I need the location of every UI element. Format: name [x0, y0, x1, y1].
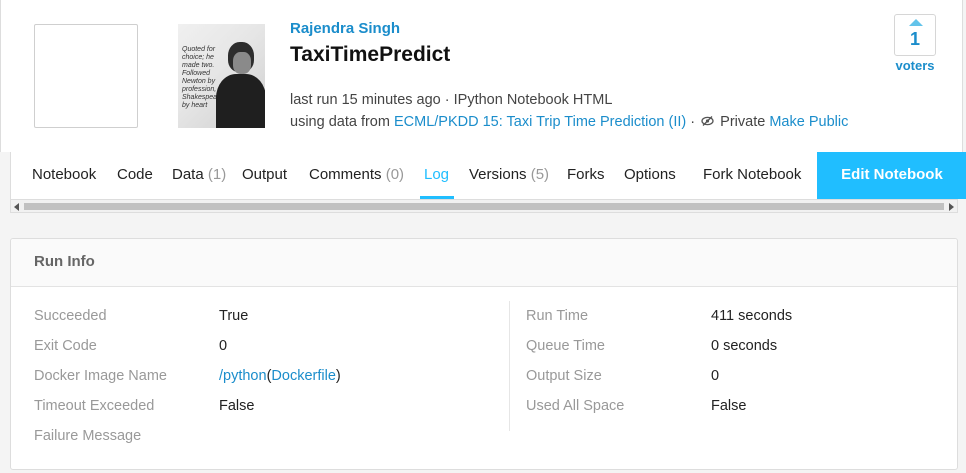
docker-image-value: /python(Dockerfile): [219, 368, 341, 384]
run-info-header: Run Info: [11, 239, 957, 287]
kernel-tabbar: Notebook Code Data (1) Output Comments (…: [10, 152, 966, 199]
tab-notebook[interactable]: Notebook: [32, 166, 96, 183]
tab-options[interactable]: Options: [624, 166, 676, 183]
queue-time-value: 0 seconds: [711, 338, 778, 354]
paren-close: ): [335, 368, 341, 384]
vote-count: 1: [909, 29, 920, 49]
edit-notebook-button[interactable]: Edit Notebook: [817, 152, 966, 199]
run-time-value: 411 seconds: [711, 308, 793, 324]
docker-image-label: Docker Image Name: [34, 368, 167, 384]
using-data-prefix: using data from: [290, 114, 390, 130]
tab-count: (5): [530, 166, 550, 183]
tab-comments[interactable]: Comments (0): [309, 166, 404, 183]
tab-label: Data: [172, 166, 204, 183]
data-source-line: using data from ECML/PKDD 15: Taxi Trip …: [290, 114, 848, 130]
upvote-button[interactable]: 1: [894, 14, 936, 56]
privacy-status: Private: [720, 114, 766, 130]
output-size-value: 0: [711, 368, 720, 384]
tab-label: Versions: [469, 166, 527, 183]
tab-label: Notebook: [32, 166, 97, 183]
run-time-label: Run Time: [526, 308, 589, 324]
tab-label: Forks: [567, 166, 605, 183]
exit-code-value: 0: [219, 338, 228, 354]
tab-label: Comments: [309, 166, 382, 183]
scroll-left-icon[interactable]: [14, 203, 19, 211]
tab-log[interactable]: Log: [424, 166, 449, 183]
timeout-exceeded-label: Timeout Exceeded: [34, 398, 155, 414]
tab-label: Log: [424, 166, 450, 183]
scrollbar-thumb[interactable]: [24, 203, 944, 210]
succeeded-label: Succeeded: [34, 308, 107, 324]
tab-versions[interactable]: Versions (5): [469, 166, 549, 183]
tab-count: (0): [385, 166, 405, 183]
tab-label: Code: [117, 166, 153, 183]
kernel-page: Quoted for choice; he made two. Followed…: [0, 0, 966, 473]
exit-code-label: Exit Code: [34, 338, 97, 354]
tab-count: (1): [207, 166, 227, 183]
timeout-exceeded-value: False: [219, 398, 255, 414]
tab-data[interactable]: Data (1): [172, 166, 226, 183]
used-all-space-label: Used All Space: [526, 398, 625, 414]
failure-message-label: Failure Message: [34, 428, 142, 444]
voters-link[interactable]: voters: [890, 58, 940, 73]
tab-label: Output: [242, 166, 288, 183]
column-divider: [509, 301, 510, 431]
avatar-figure-face: [233, 52, 251, 74]
kernel-header: Quoted for choice; he made two. Followed…: [0, 0, 963, 152]
output-size-label: Output Size: [526, 368, 602, 384]
tab-output[interactable]: Output: [242, 166, 287, 183]
run-info-title: Run Info: [34, 253, 95, 270]
succeeded-value: True: [219, 308, 249, 324]
upvote-arrow-icon: [909, 19, 923, 26]
avatar-figure-body: [216, 74, 265, 128]
tab-label: Fork Notebook: [703, 166, 802, 183]
tab-code[interactable]: Code: [117, 166, 153, 183]
make-public-link[interactable]: Make Public: [769, 114, 848, 130]
run-info-panel: Run Info Succeeded True Exit Code 0 Dock…: [10, 238, 958, 470]
dataset-link[interactable]: ECML/PKDD 15: Taxi Trip Time Prediction …: [394, 114, 686, 130]
scroll-right-icon[interactable]: [949, 203, 954, 211]
last-run-info: last run 15 minutes ago · IPython Notebo…: [290, 92, 613, 108]
separator-dot: ·: [690, 114, 696, 130]
used-all-space-value: False: [711, 398, 747, 414]
queue-time-label: Queue Time: [526, 338, 605, 354]
fork-notebook-button[interactable]: Fork Notebook: [703, 166, 801, 183]
author-name-link[interactable]: Rajendra Singh: [290, 20, 400, 37]
eye-slash-icon: [701, 115, 714, 129]
dockerfile-link[interactable]: Dockerfile: [271, 368, 335, 384]
tabbar-horizontal-scrollbar[interactable]: [10, 199, 958, 213]
tab-forks[interactable]: Forks: [567, 166, 605, 183]
kernel-thumbnail[interactable]: [34, 24, 138, 128]
tab-label: Options: [624, 166, 676, 183]
docker-image-link[interactable]: /python: [219, 368, 267, 384]
kernel-title: TaxiTimePredict: [290, 43, 451, 66]
author-avatar[interactable]: Quoted for choice; he made two. Followed…: [178, 24, 265, 128]
